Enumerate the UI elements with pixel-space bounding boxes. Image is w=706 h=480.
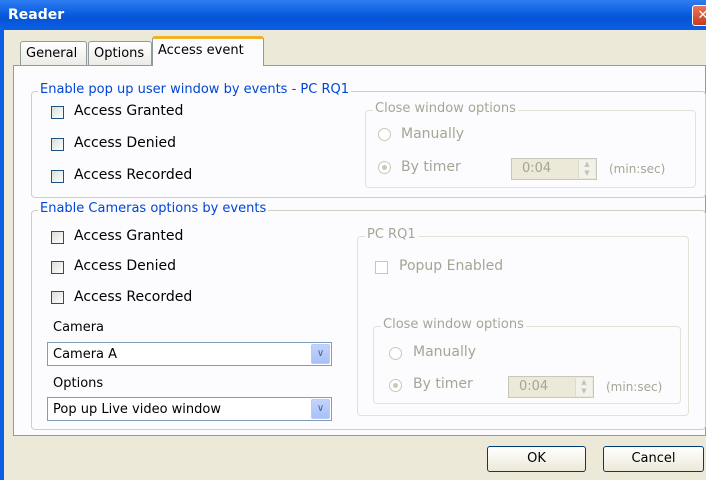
camera-manually-label: Manually bbox=[413, 344, 477, 360]
camera-access-granted-checkbox[interactable] bbox=[51, 231, 64, 244]
camera-access-denied-checkbox[interactable] bbox=[51, 261, 64, 274]
options-label: Options bbox=[53, 376, 104, 391]
cancel-button[interactable]: Cancel bbox=[603, 446, 704, 472]
popup-manually-radio[interactable] bbox=[378, 128, 391, 141]
camera-access-denied-label: Access Denied bbox=[74, 258, 177, 274]
popup-events-legend: Enable pop up user window by events - PC… bbox=[38, 82, 351, 97]
popup-access-granted-label: Access Granted bbox=[74, 103, 184, 119]
camera-by-timer-label: By timer bbox=[413, 376, 473, 392]
popup-timer-unit: (min:sec) bbox=[609, 162, 666, 176]
camera-by-timer-radio[interactable] bbox=[389, 379, 402, 392]
window-border bbox=[0, 30, 4, 480]
window-title: Reader bbox=[8, 7, 65, 23]
popup-timer-spin-buttons[interactable]: ▲ ▼ bbox=[578, 160, 595, 178]
tab-general[interactable]: General bbox=[20, 41, 87, 65]
camera-timer-unit: (min:sec) bbox=[606, 380, 663, 394]
pc-rq1-legend: PC RQ1 bbox=[365, 227, 418, 242]
camera-manually-radio[interactable] bbox=[389, 347, 402, 360]
options-select-value: Pop up Live video window bbox=[53, 402, 221, 417]
popup-enabled-label: Popup Enabled bbox=[399, 258, 504, 274]
popup-by-timer-label: By timer bbox=[401, 159, 461, 175]
camera-select[interactable]: Camera A ∨ bbox=[47, 342, 332, 366]
spin-up-icon: ▲ bbox=[584, 160, 590, 168]
ok-button[interactable]: OK bbox=[487, 446, 586, 472]
tab-options[interactable]: Options bbox=[88, 41, 152, 65]
popup-access-granted-checkbox[interactable] bbox=[51, 106, 64, 119]
tab-access-event[interactable]: Access event bbox=[152, 36, 264, 66]
options-select[interactable]: Pop up Live video window ∨ bbox=[47, 397, 332, 421]
tab-general-label: General bbox=[26, 46, 78, 61]
spin-up-icon: ▲ bbox=[581, 378, 587, 386]
camera-select-value: Camera A bbox=[53, 347, 118, 362]
popup-timer-stepper[interactable]: 0:04 ▲ ▼ bbox=[511, 158, 597, 180]
camera-access-recorded-label: Access Recorded bbox=[74, 289, 193, 305]
popup-close-options-legend: Close window options bbox=[373, 101, 518, 116]
camera-close-options-legend: Close window options bbox=[381, 317, 526, 332]
close-button[interactable]: ✕ bbox=[692, 5, 706, 26]
spin-down-icon: ▼ bbox=[584, 169, 590, 177]
camera-timer-stepper[interactable]: 0:04 ▲ ▼ bbox=[508, 376, 594, 398]
camera-label: Camera bbox=[53, 320, 105, 335]
popup-access-recorded-checkbox[interactable] bbox=[51, 170, 64, 183]
tab-options-label: Options bbox=[94, 46, 145, 61]
spin-down-icon: ▼ bbox=[581, 387, 587, 395]
popup-access-denied-checkbox[interactable] bbox=[51, 138, 64, 151]
camera-timer-spin-buttons[interactable]: ▲ ▼ bbox=[575, 378, 592, 396]
popup-enabled-checkbox[interactable] bbox=[375, 261, 388, 274]
camera-access-granted-label: Access Granted bbox=[74, 228, 184, 244]
tab-access-event-label: Access event bbox=[158, 43, 244, 58]
camera-access-recorded-checkbox[interactable] bbox=[51, 291, 64, 304]
popup-access-recorded-label: Access Recorded bbox=[74, 167, 193, 183]
chevron-down-icon[interactable]: ∨ bbox=[311, 344, 330, 364]
title-bar: Reader ✕ bbox=[0, 0, 706, 30]
chevron-down-icon[interactable]: ∨ bbox=[311, 399, 330, 419]
popup-manually-label: Manually bbox=[401, 126, 465, 142]
popup-timer-value: 0:04 bbox=[522, 161, 552, 176]
camera-timer-value: 0:04 bbox=[519, 379, 549, 394]
popup-by-timer-radio[interactable] bbox=[378, 161, 391, 174]
popup-access-denied-label: Access Denied bbox=[74, 135, 177, 151]
close-icon: ✕ bbox=[697, 8, 706, 23]
cameras-events-legend: Enable Cameras options by events bbox=[38, 201, 269, 216]
